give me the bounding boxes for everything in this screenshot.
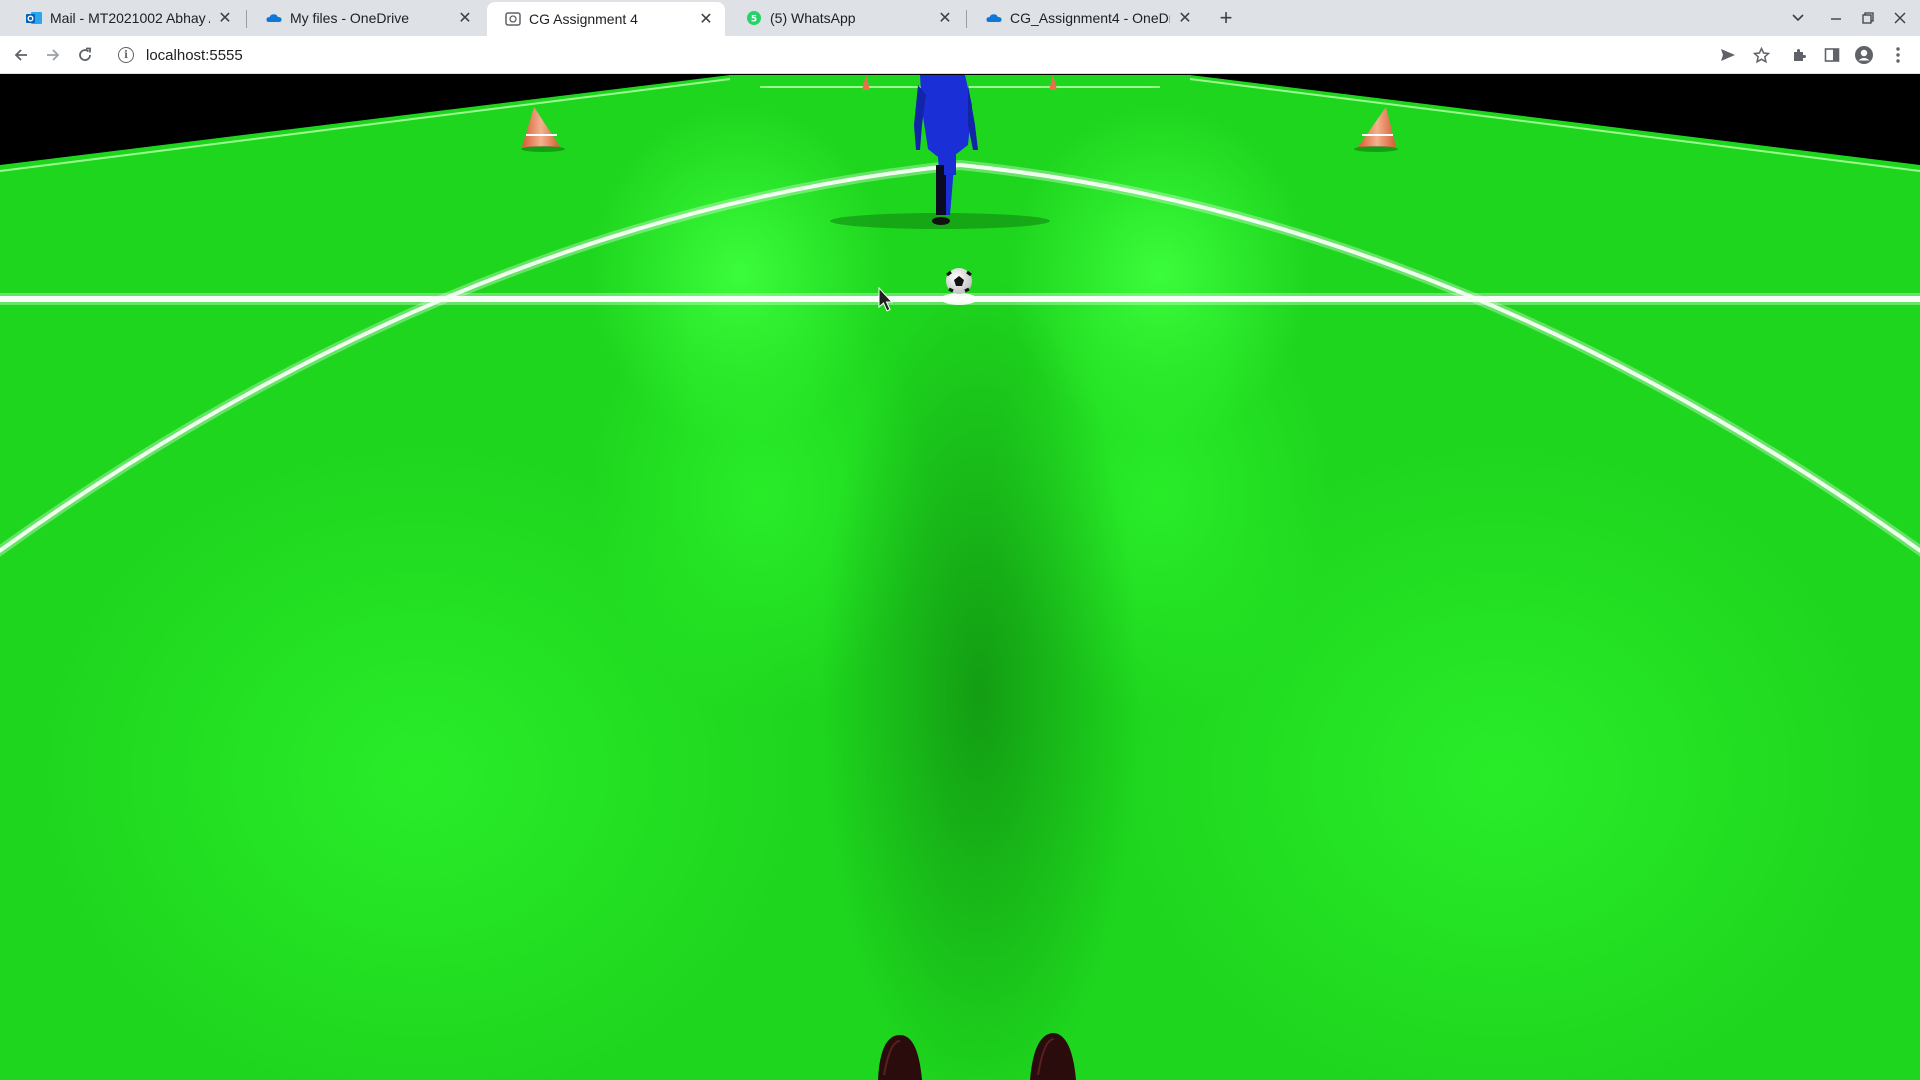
new-tab-button[interactable]: +: [1212, 5, 1240, 30]
window-close-button[interactable]: [1884, 0, 1916, 36]
side-panel-button[interactable]: [1818, 41, 1846, 69]
tab-separator: [966, 10, 967, 28]
side-panel-icon: [1824, 48, 1840, 62]
url-text[interactable]: localhost:5555: [146, 47, 243, 64]
browser-toolbar: i localhost:5555: [0, 36, 1920, 74]
forward-button[interactable]: [39, 41, 67, 69]
reload-icon: [79, 47, 91, 61]
tab-title: Mail - MT2021002 Abhay Aravi: [50, 10, 210, 26]
minimize-icon: [1831, 18, 1841, 20]
close-icon[interactable]: ✕: [456, 9, 474, 27]
tab-onedrive-assignment[interactable]: CG_Assignment4 - OneDrive ✕: [968, 0, 1204, 36]
tab-title: (5) WhatsApp: [770, 10, 856, 26]
close-icon[interactable]: ✕: [216, 9, 234, 27]
onedrive-icon: [266, 10, 282, 26]
back-button[interactable]: [7, 41, 35, 69]
tab-whatsapp[interactable]: 5 (5) WhatsApp ✕: [728, 0, 964, 36]
restore-icon: [1862, 12, 1874, 24]
arrow-right-icon: [47, 49, 60, 61]
menu-button[interactable]: [1884, 41, 1912, 69]
tab-separator: [246, 10, 247, 28]
tab-title: My files - OneDrive: [290, 10, 410, 26]
extensions-button[interactable]: [1786, 41, 1814, 69]
close-icon[interactable]: ✕: [697, 10, 715, 28]
puzzle-icon: [1794, 49, 1806, 61]
webgl-canvas[interactable]: [0, 75, 1920, 1080]
star-icon: [1752, 46, 1770, 63]
close-icon: [1894, 12, 1906, 24]
close-icon[interactable]: ✕: [936, 9, 954, 27]
reload-button[interactable]: [71, 41, 99, 69]
tab-title: CG Assignment 4: [529, 11, 638, 27]
svg-text:5: 5: [751, 15, 757, 25]
tab-search-button[interactable]: [1782, 0, 1814, 36]
whatsapp-icon: 5: [746, 10, 762, 26]
minimize-button[interactable]: [1820, 0, 1852, 36]
outlook-icon: [26, 10, 42, 26]
bookmark-button[interactable]: [1747, 41, 1775, 69]
globe-icon: [505, 11, 521, 27]
address-bar[interactable]: i localhost:5555: [108, 40, 1748, 70]
tab-mail[interactable]: Mail - MT2021002 Abhay Aravi ✕: [8, 0, 244, 36]
onedrive-icon: [986, 10, 1002, 26]
restore-button[interactable]: [1852, 0, 1884, 36]
info-icon[interactable]: i: [118, 47, 134, 63]
tab-cg-assignment[interactable]: CG Assignment 4 ✕: [487, 2, 725, 36]
send-tab-button[interactable]: [1714, 41, 1742, 69]
more-vert-icon: [1896, 47, 1900, 63]
tab-onedrive-files[interactable]: My files - OneDrive ✕: [248, 0, 484, 36]
tab-strip: Mail - MT2021002 Abhay Aravi ✕ My files …: [0, 0, 1920, 36]
tab-title: CG_Assignment4 - OneDrive: [1010, 10, 1170, 26]
avatar-icon: [1855, 46, 1873, 64]
chevron-down-icon: [1792, 14, 1804, 22]
close-icon[interactable]: ✕: [1176, 9, 1194, 27]
send-icon: [1721, 49, 1735, 61]
arrow-left-icon: [14, 49, 27, 61]
profile-button[interactable]: [1850, 41, 1878, 69]
